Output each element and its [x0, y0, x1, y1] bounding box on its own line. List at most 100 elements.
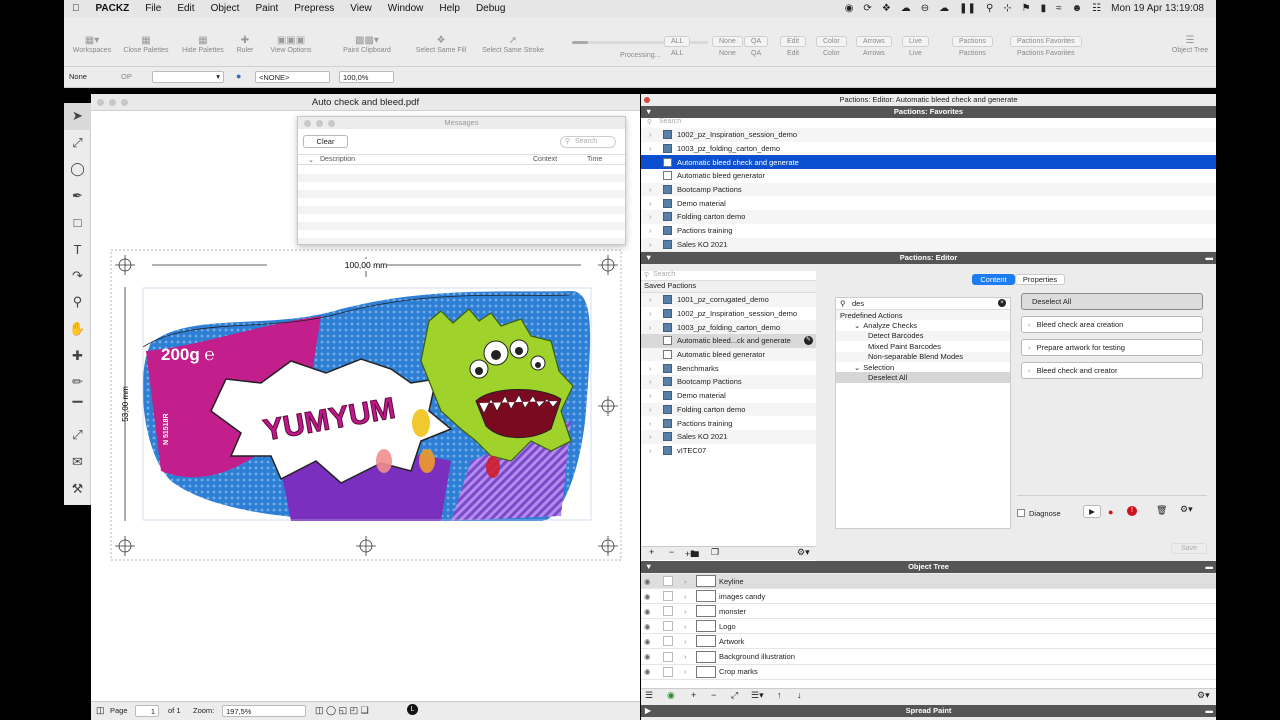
bluetooth-off-icon[interactable]: ⊹ [1003, 3, 1011, 14]
close-window-icon[interactable] [97, 99, 104, 106]
favorite-item[interactable]: › Folding carton demo [641, 210, 1216, 224]
filter-live-button[interactable]: Live Live [902, 36, 929, 57]
paint-clipboard-button[interactable]: ▩▩▾ Paint Clipboard [334, 35, 400, 54]
clear-messages-button[interactable]: Clear [303, 135, 348, 148]
favorites-search-input[interactable]: ⚲ Search [641, 118, 1216, 128]
eye-icon[interactable]: ◉ [644, 652, 658, 661]
paction-step[interactable]: › Bleed check and creator [1021, 362, 1203, 379]
rectangle-tool-icon[interactable]: □ [64, 209, 91, 236]
layer-row[interactable]: ◉ › monster [641, 604, 1216, 620]
saved-paction-item[interactable]: › 1002_pz_Inspiration_session_demo [641, 307, 816, 321]
crosshair-tool-icon[interactable]: ✚ [64, 342, 91, 369]
eye-icon[interactable]: ◉ [644, 577, 658, 586]
lock-checkbox[interactable] [663, 666, 673, 677]
play-icon[interactable]: ▶ [1083, 505, 1101, 518]
expand-triangle-icon[interactable]: ▶ [645, 705, 651, 717]
saved-paction-item[interactable]: › Benchmarks [641, 361, 816, 375]
flag-icon[interactable]: ⚑ [1022, 3, 1031, 14]
layer-row[interactable]: ◉ › images candy [641, 589, 1216, 605]
paint-dropdown[interactable]: ▾ [152, 71, 224, 83]
action-tree-item[interactable]: Deselect All [836, 372, 1010, 383]
messages-min-icon[interactable] [316, 120, 323, 127]
collapse-triangle-icon[interactable]: ▼ [645, 252, 652, 264]
menu-window[interactable]: Window [380, 3, 432, 14]
menu-edit[interactable]: Edit [169, 3, 202, 14]
favorites-titlebar[interactable]: ▼ Pactions: Favorites [641, 106, 1216, 118]
chevron-right-icon[interactable]: › [684, 652, 692, 661]
overprint-toggle[interactable]: OP [121, 72, 132, 81]
record-icon[interactable]: ● [1108, 507, 1113, 517]
saved-paction-item[interactable]: › Demo material [641, 389, 816, 403]
favorite-item[interactable]: › Bootcamp Pactions [641, 182, 1216, 197]
filter-pactions-favorites-button[interactable]: Pactions Favorites Pactions Favorites [1010, 36, 1082, 57]
chevron-down-icon[interactable]: ⌄ [854, 363, 860, 372]
diagnose-checkbox[interactable] [1017, 509, 1025, 517]
palette-menu-icon[interactable]: ▬ [1206, 705, 1214, 717]
menu-view[interactable]: View [342, 3, 380, 14]
saved-paction-item[interactable]: › Bootcamp Pactions [641, 375, 816, 389]
filter-color-button[interactable]: Color Color [816, 36, 847, 57]
saved-paction-item[interactable]: Automatic bleed generator [641, 347, 816, 362]
action-tree-item[interactable]: ⌄ Analyze Checks [836, 320, 1010, 330]
edit-icon[interactable]: ✎ [804, 336, 813, 346]
minimize-window-icon[interactable] [109, 99, 116, 106]
measure-tool-icon[interactable]: ▔ [64, 396, 91, 423]
sync-icon[interactable]: ⟳ [863, 3, 871, 14]
filter-pactions-button[interactable]: Pactions Pactions [952, 36, 993, 57]
page-field[interactable]: 1 [135, 705, 159, 717]
saved-paction-item[interactable]: › 1003_pz_folding_carton_demo [641, 320, 816, 335]
app-menu[interactable]: PACKZ [88, 3, 138, 14]
action-tree-item[interactable]: Mixed Paint Barcodes [836, 341, 1010, 351]
select-same-fill-button[interactable]: ❖ Select Same Fill [412, 35, 470, 54]
lasso-tool-icon[interactable]: ◯ [64, 156, 91, 183]
col-time[interactable]: Time [587, 156, 602, 163]
select-same-stroke-button[interactable]: ➚ Select Same Stroke [478, 35, 548, 54]
favorite-item[interactable]: › 1003_pz_folding_carton_demo [641, 142, 1216, 156]
move-up-icon[interactable]: ↑ [777, 690, 782, 700]
add-layer-icon[interactable]: + [691, 690, 696, 700]
sidebar-toggle-icon[interactable]: ◫ [96, 705, 105, 716]
package-artwork[interactable]: YUMYUM 200g ℮ N 51518R [142, 291, 591, 521]
sort-chevron-icon[interactable]: ⌄ [308, 156, 314, 164]
zoom-window-icon[interactable] [121, 99, 128, 106]
merge-icon[interactable]: ⤢ [731, 690, 738, 701]
pause-icon[interactable]: ❚❚ [959, 3, 976, 14]
close-window-icon[interactable] [644, 97, 650, 103]
view-mode-icons[interactable]: ◫ ◯ ◱ ◰ ❏ [315, 705, 369, 716]
select-tool-icon[interactable]: ➤ [64, 103, 91, 130]
wrench-tool-icon[interactable]: ⚒ [64, 475, 91, 502]
menu-object[interactable]: Object [203, 3, 248, 14]
clear-filter-icon[interactable]: × [998, 299, 1006, 307]
layer-row[interactable]: ◉ › Keyline [641, 574, 1216, 590]
hand-tool-icon[interactable]: ✋ [64, 316, 91, 343]
chevron-right-icon[interactable]: › [684, 607, 692, 616]
paction-step[interactable]: › Bleed check area creation [1021, 316, 1203, 333]
delete-layer-icon[interactable]: − [711, 690, 716, 700]
control-center-icon[interactable]: ☷ [1092, 3, 1101, 14]
tab-properties[interactable]: Properties [1015, 274, 1065, 285]
hide-palettes-button[interactable]: ▦ Hide Palettes [178, 35, 228, 54]
menu-prepress[interactable]: Prepress [286, 3, 342, 14]
dimension-tool-icon[interactable]: ⤢ [64, 422, 91, 449]
actions-filter-input[interactable]: ⚲ des × [836, 298, 1010, 310]
favorite-item[interactable]: Automatic bleed generator [641, 169, 1216, 183]
filter-none-button[interactable]: None None [712, 36, 743, 57]
favorite-item[interactable]: › Pactions training [641, 224, 1216, 238]
view-options-button[interactable]: ▣▣▣ View Options [264, 35, 318, 54]
chevron-right-icon[interactable]: › [684, 622, 692, 631]
battery-icon[interactable]: ▮ [1041, 3, 1047, 14]
gear-icon[interactable]: ⚙▾ [1180, 504, 1193, 515]
trash-icon[interactable]: 🗑 [1156, 505, 1167, 516]
filter-all-button[interactable]: ALL ALL [664, 36, 691, 57]
spread-paint-titlebar[interactable]: ▶ Spread Paint ▬ [641, 705, 1216, 717]
remove-icon[interactable]: − [669, 547, 674, 557]
record-icon[interactable]: ◉ [845, 3, 854, 14]
lock-checkbox[interactable] [663, 636, 673, 647]
chevron-right-icon[interactable]: › [684, 637, 692, 646]
wifi-icon[interactable]: ≈ [1056, 3, 1062, 14]
chevron-right-icon[interactable]: › [684, 667, 692, 676]
curve-tool-icon[interactable]: ↷ [64, 263, 91, 290]
favorite-item[interactable]: › Sales KO 2021 [641, 237, 1216, 252]
eye-icon[interactable]: ◉ [644, 607, 658, 616]
saved-paction-item[interactable]: › Sales KO 2021 [641, 429, 816, 444]
